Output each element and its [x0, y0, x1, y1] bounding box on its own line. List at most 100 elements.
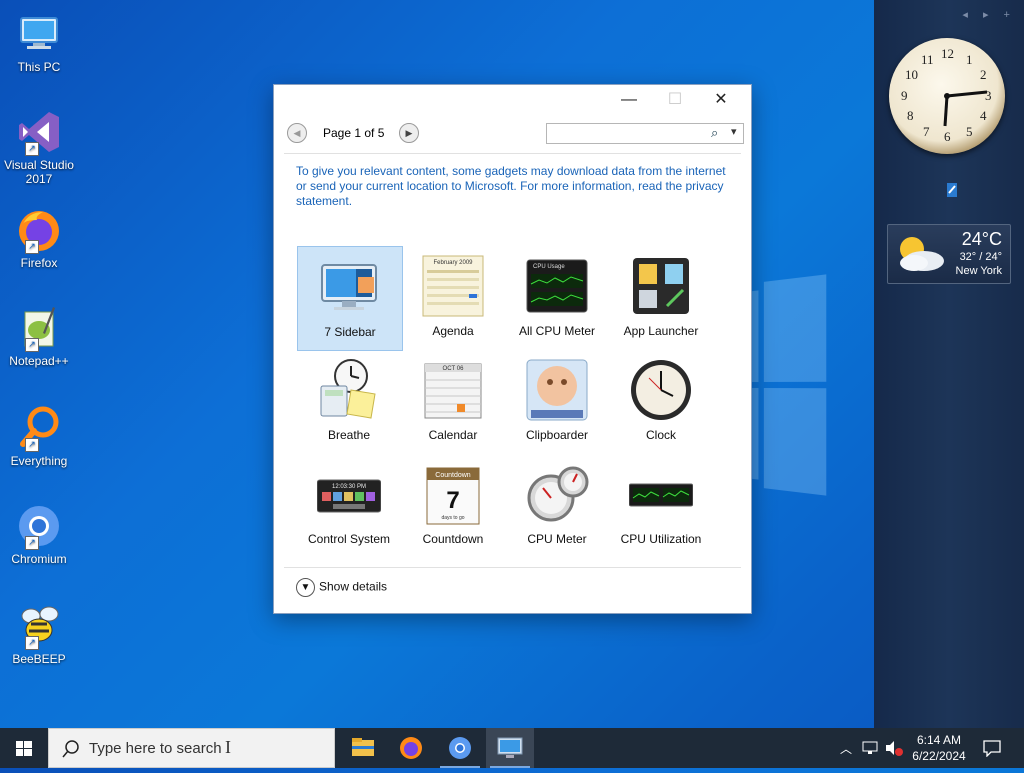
notification-icon[interactable]: [982, 739, 1002, 757]
volume-muted-icon[interactable]: [884, 740, 904, 756]
countdown-sub-text: days to go: [441, 515, 464, 521]
windows-logo-icon: [16, 741, 32, 756]
desktop-icon-firefox[interactable]: ↗ Firefox: [2, 206, 76, 270]
gadget-search-input[interactable]: [549, 125, 703, 142]
desktop-icon-beebeep[interactable]: ↗ BeeBEEP: [2, 602, 76, 666]
clipboarder-icon: [525, 358, 589, 422]
desktop-icon-label: BeeBEEP: [12, 652, 66, 666]
taskbar-firefox[interactable]: [387, 728, 435, 768]
search-dropdown-icon[interactable]: ▾: [731, 125, 737, 138]
close-button[interactable]: ✕: [698, 85, 744, 115]
chevron-up-icon[interactable]: ︿: [840, 740, 852, 757]
desktop-icon-label: Everything: [10, 454, 68, 468]
chevron-down-icon: ▼: [296, 578, 315, 597]
minimize-button[interactable]: —: [606, 85, 652, 115]
cpu-meter-icon: CPU Usage: [525, 254, 589, 318]
shortcut-arrow-icon: ↗: [25, 636, 39, 650]
cpu-utilization-icon: [628, 462, 694, 526]
chromium-icon: [449, 737, 471, 759]
sidebar-small-icon[interactable]: [944, 181, 960, 199]
text-cursor-icon: I: [225, 737, 231, 757]
gadget-label: Control System: [307, 532, 391, 546]
gadget-search-field[interactable]: ⌕ ▾: [546, 123, 744, 144]
clock-icon: [629, 358, 693, 422]
taskbar-search-box[interactable]: Type here to search I: [48, 728, 335, 768]
sidebar-nav-controls[interactable]: ◂ ▸ +: [962, 8, 1016, 21]
gadget-label: 7 Sidebar: [324, 325, 376, 339]
weather-gadget[interactable]: 24°C 32° / 24° New York: [887, 224, 1011, 284]
cpu-meter-gauge-icon: [525, 462, 589, 526]
control-system-icon: 12:03:30 PM: [316, 462, 382, 526]
gadget-label: Countdown: [422, 532, 484, 546]
gadget-label: Calendar: [428, 428, 478, 442]
taskbar-clock[interactable]: 6:14 AM 6/22/2024: [904, 732, 974, 764]
countdown-number-text: 7: [446, 487, 459, 514]
cpu-title-text: CPU Usage: [533, 264, 565, 270]
desktop-icon-label: This PC: [17, 60, 61, 74]
monitor-icon: [318, 255, 382, 319]
desktop-icon-visual-studio[interactable]: ↗ Visual Studio 2017: [2, 108, 76, 186]
desktop-icon-notepadpp[interactable]: ↗ Notepad++: [2, 304, 76, 368]
show-details-label: Show details: [319, 579, 388, 594]
clock-gadget[interactable]: 12 3 6 9 1 2 4 5 7 8 10 11: [889, 38, 1005, 154]
countdown-title-text: Countdown: [435, 472, 471, 479]
next-page-button[interactable]: ▶: [399, 123, 419, 143]
previous-page-button[interactable]: ◀: [287, 123, 307, 143]
taskbar-search-placeholder: Type here to search: [89, 740, 222, 757]
shortcut-arrow-icon: ↗: [25, 438, 39, 452]
gadget-control-system[interactable]: 12:03:30 PM Control System: [297, 454, 401, 557]
shortcut-arrow-icon: ↗: [25, 142, 39, 156]
gadget-calendar[interactable]: OCT 06 Calendar: [401, 350, 505, 453]
computer-icon: [15, 10, 63, 58]
desktop-icon-label: Notepad++: [9, 354, 69, 368]
maximize-button[interactable]: ☐: [652, 85, 698, 115]
calendar-month-text: OCT 06: [443, 366, 465, 372]
gadget-label: App Launcher: [623, 324, 699, 338]
control-time-text: 12:03:30 PM: [332, 484, 366, 490]
taskbar-file-explorer[interactable]: [339, 728, 387, 768]
gadget-cpu-utilization[interactable]: CPU Utilization: [609, 454, 713, 557]
divider: [284, 567, 741, 568]
firefox-icon: ↗: [15, 206, 63, 254]
calendar-icon: OCT 06: [421, 358, 485, 422]
magnifier-icon: ↗: [15, 404, 63, 452]
start-button[interactable]: [0, 728, 48, 768]
gadget-app-launcher[interactable]: App Launcher: [609, 246, 713, 349]
desktop-icon-label: Firefox: [20, 256, 58, 270]
privacy-info-text[interactable]: To give you relevant content, some gadge…: [296, 164, 726, 209]
gadget-countdown[interactable]: Countdown 7 days to go Countdown: [401, 454, 505, 557]
taskbar-chromium[interactable]: [436, 728, 484, 768]
desktop-icon-everything[interactable]: ↗ Everything: [2, 404, 76, 468]
gadget-label: Clipboarder: [525, 428, 589, 442]
countdown-icon: Countdown 7 days to go: [421, 462, 485, 526]
gadget-agenda[interactable]: February 2009 Agenda: [401, 246, 505, 349]
gadget-clipboarder[interactable]: Clipboarder: [505, 350, 609, 453]
chromium-icon: ↗: [15, 502, 63, 550]
search-icon[interactable]: ⌕: [711, 125, 718, 141]
gadget-label: All CPU Meter: [518, 324, 595, 338]
divider: [284, 153, 741, 154]
desktop-icon-label: Visual Studio 2017: [4, 158, 74, 186]
gadget-breathe[interactable]: Breathe: [297, 350, 401, 453]
bee-icon: ↗: [15, 602, 63, 650]
network-icon[interactable]: [862, 740, 880, 756]
weather-range: 32° / 24°: [959, 251, 1002, 263]
shortcut-arrow-icon: ↗: [25, 240, 39, 254]
gadget-label: Breathe: [327, 428, 371, 442]
clock-hands: [943, 90, 988, 127]
desktop-icon-chromium[interactable]: ↗ Chromium: [2, 502, 76, 566]
show-details-button[interactable]: ▼ Show details: [296, 578, 387, 597]
gadget-gallery-dialog: — ☐ ✕ ◀ Page 1 of 5 ▶ ⌕ ▾ To give you re…: [273, 84, 752, 614]
gadget-cpu-meter[interactable]: CPU Meter: [505, 454, 609, 557]
gadget-clock[interactable]: Clock: [609, 350, 713, 453]
firefox-icon: [400, 737, 422, 759]
gadget-label: CPU Utilization: [620, 532, 702, 546]
gadget-7-sidebar[interactable]: 7 Sidebar: [297, 246, 403, 351]
gadget-label: CPU Meter: [527, 532, 587, 546]
shortcut-arrow-icon: ↗: [25, 536, 39, 550]
taskbar-gadgets[interactable]: [486, 728, 534, 768]
taskbar-time: 6:14 AM: [916, 733, 962, 747]
visual-studio-icon: ↗: [15, 108, 63, 156]
desktop-icon-this-pc[interactable]: This PC: [2, 10, 76, 74]
gadget-all-cpu-meter[interactable]: CPU Usage All CPU Meter: [505, 246, 609, 349]
